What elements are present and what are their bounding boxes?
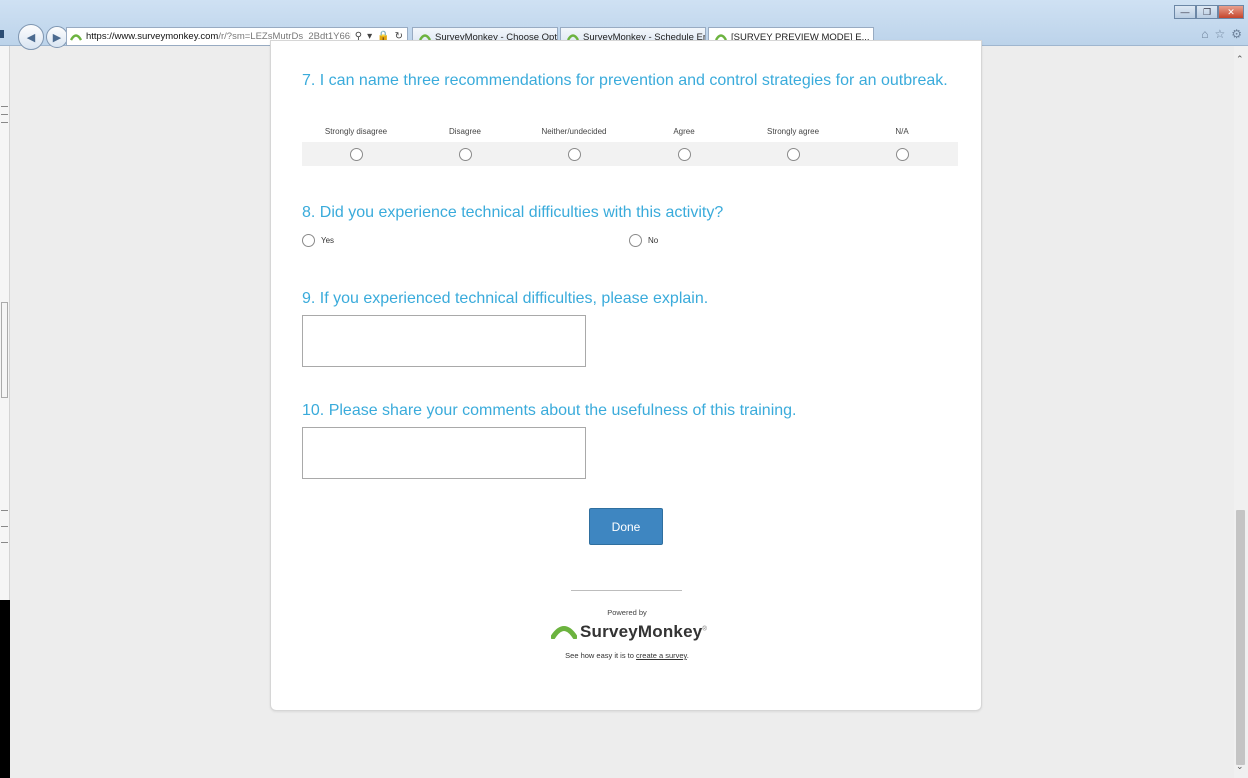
matrix-column-headers: Strongly disagree Disagree Neither/undec… xyxy=(302,127,958,141)
question-9-title: 9. If you experienced technical difficul… xyxy=(302,290,709,307)
forward-arrow-icon: ▶ xyxy=(52,31,62,44)
powered-by-text: Powered by xyxy=(607,608,647,617)
column-label: Strongly disagree xyxy=(324,127,388,136)
create-survey-tagline: See how easy it is to create a survey. xyxy=(565,651,689,660)
restore-icon: ❐ xyxy=(1202,6,1212,17)
question-8-title: 8. Did you experience technical difficul… xyxy=(302,204,724,221)
radio-neither-undecided[interactable] xyxy=(568,148,581,161)
forward-button[interactable]: ▶ xyxy=(46,26,68,48)
surveymonkey-favicon xyxy=(70,33,82,41)
surveymonkey-logo[interactable]: SurveyMonkey® xyxy=(551,621,707,643)
radio-agree[interactable] xyxy=(678,148,691,161)
option-label: No xyxy=(648,236,659,245)
radio-strongly-agree[interactable] xyxy=(787,148,800,161)
minimize-button[interactable]: — xyxy=(1174,5,1196,19)
radio-strongly-disagree[interactable] xyxy=(350,148,363,161)
question-9-textarea[interactable] xyxy=(302,315,586,367)
back-button[interactable]: ◀ xyxy=(18,24,44,50)
favorites-star-icon[interactable]: ☆ xyxy=(1214,27,1225,41)
column-label: Neither/undecided xyxy=(541,127,607,136)
question-10-title: 10. Please share your comments about the… xyxy=(302,402,797,419)
create-survey-link[interactable]: create a survey xyxy=(636,651,687,660)
matrix-row xyxy=(302,142,958,166)
back-arrow-icon: ◀ xyxy=(26,31,36,44)
window-controls: — ❐ ✕ xyxy=(1174,5,1244,19)
survey-page: 7. I can name three recommendations for … xyxy=(270,40,982,711)
toolbar-icons: ⌂ ☆ ⚙ xyxy=(1201,27,1242,41)
background-window-edge xyxy=(0,46,10,778)
column-label: N/A xyxy=(895,127,909,136)
done-button[interactable]: Done xyxy=(589,508,663,545)
option-yes[interactable]: Yes xyxy=(302,234,334,247)
surveymonkey-logo-icon xyxy=(551,626,577,639)
gear-icon[interactable]: ⚙ xyxy=(1231,27,1242,41)
close-window-button[interactable]: ✕ xyxy=(1218,5,1244,19)
logo-text: SurveyMonkey® xyxy=(580,622,708,641)
footer-divider xyxy=(571,590,682,591)
radio-disagree[interactable] xyxy=(459,148,472,161)
minimize-icon: — xyxy=(1180,7,1190,17)
option-no[interactable]: No xyxy=(629,234,658,247)
radio-no[interactable] xyxy=(629,234,642,247)
scrollbar-thumb[interactable] xyxy=(1236,510,1245,765)
home-icon[interactable]: ⌂ xyxy=(1201,27,1208,41)
radio-yes[interactable] xyxy=(302,234,315,247)
column-label: Strongly agree xyxy=(766,127,820,136)
restore-button[interactable]: ❐ xyxy=(1196,5,1218,19)
window-edge xyxy=(0,30,4,38)
vertical-scrollbar[interactable]: ⌃ ⌄ xyxy=(1234,46,1248,778)
question-10-textarea[interactable] xyxy=(302,427,586,479)
radio-na[interactable] xyxy=(896,148,909,161)
question-7-title: 7. I can name three recommendations for … xyxy=(302,72,948,89)
close-icon: ✕ xyxy=(1227,6,1235,17)
scroll-up-icon[interactable]: ⌃ xyxy=(1236,54,1244,65)
column-label: Agree xyxy=(673,127,695,136)
option-label: Yes xyxy=(321,236,335,245)
column-label: Disagree xyxy=(448,127,481,136)
scroll-down-icon[interactable]: ⌄ xyxy=(1236,761,1244,772)
